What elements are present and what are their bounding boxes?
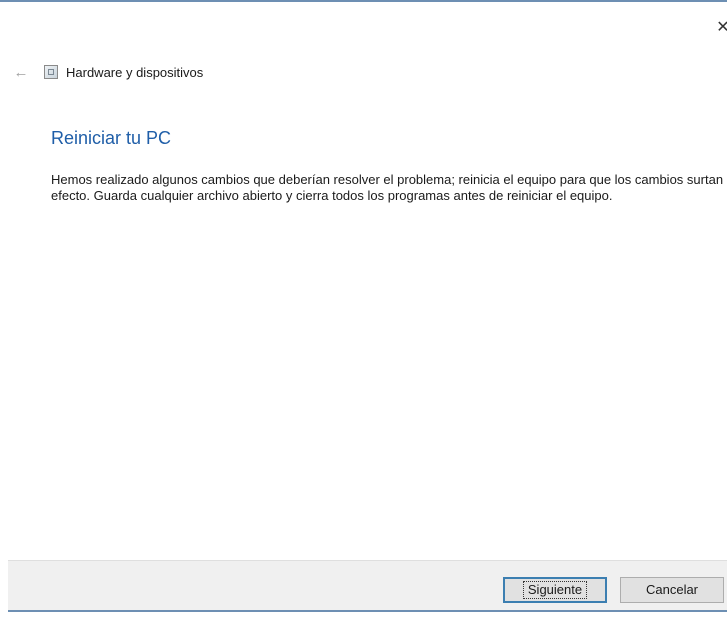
troubleshooter-window: ✕ ← Hardware y dispositivos Reiniciar tu… — [0, 0, 727, 617]
header: ← Hardware y dispositivos — [10, 60, 204, 84]
window-top-border — [0, 0, 727, 2]
close-icon[interactable]: ✕ — [713, 18, 727, 38]
body-text: Hemos realizado algunos cambios que debe… — [51, 172, 724, 203]
page-title: Reiniciar tu PC — [51, 128, 172, 148]
footer-bar: Siguiente Cancelar — [8, 560, 727, 612]
next-button[interactable]: Siguiente — [503, 577, 607, 603]
back-arrow-icon[interactable]: ← — [10, 61, 32, 83]
next-button-label: Siguiente — [522, 581, 588, 599]
header-title: Hardware y dispositivos — [66, 64, 204, 80]
cancel-button[interactable]: Cancelar — [620, 577, 724, 603]
window-bottom-border — [8, 610, 727, 612]
hardware-devices-icon — [44, 65, 58, 79]
